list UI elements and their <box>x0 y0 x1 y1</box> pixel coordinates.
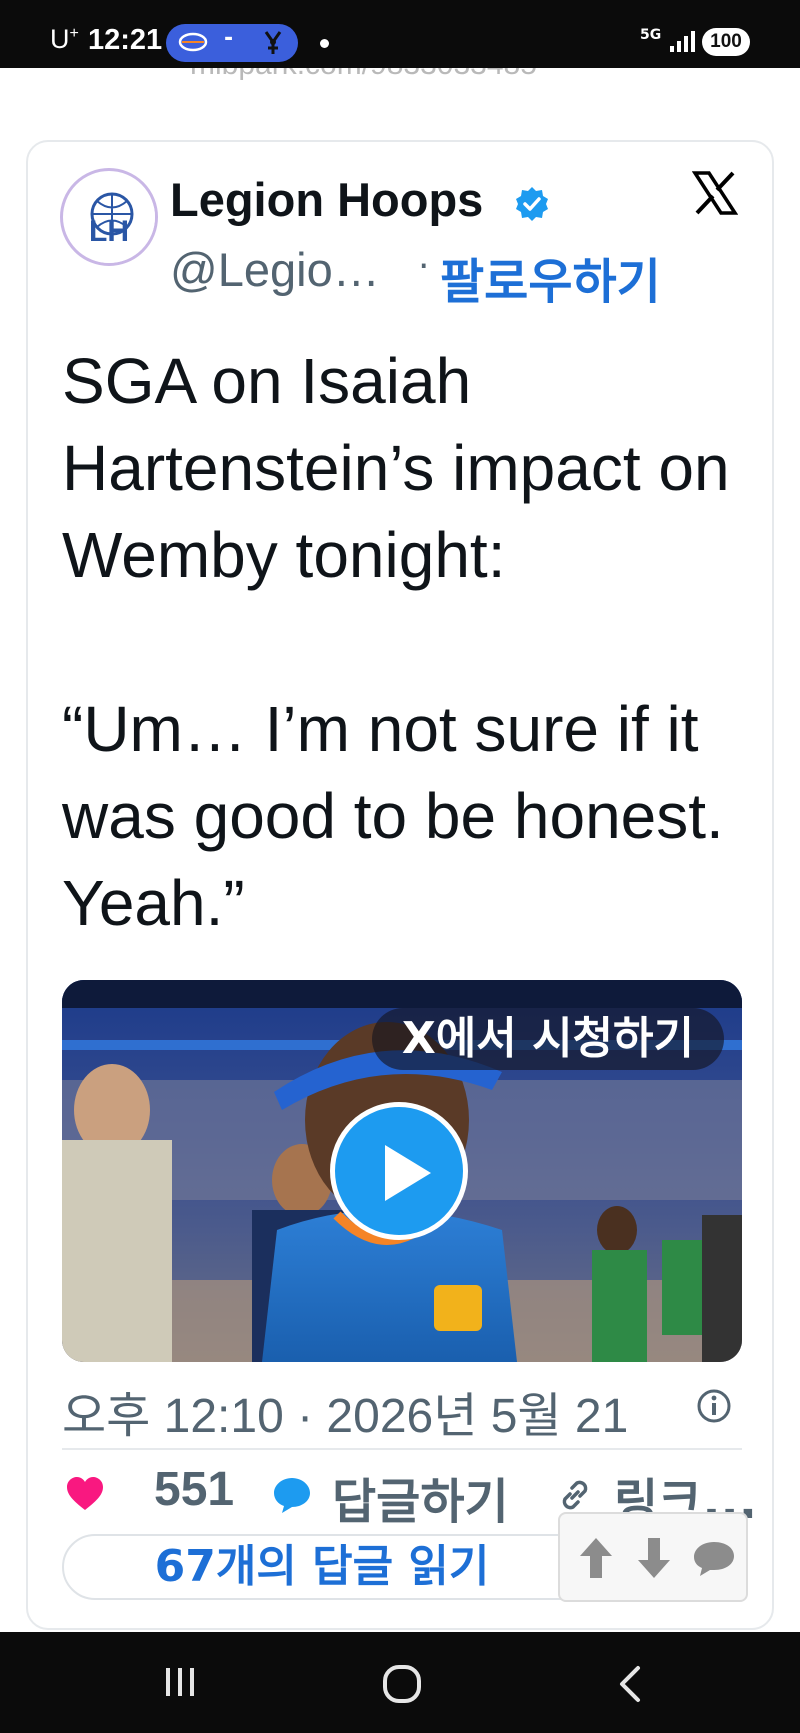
home-icon[interactable] <box>380 1662 424 1706</box>
reply-icon[interactable] <box>272 1476 312 1514</box>
tweet-timestamp[interactable]: 오후 12:10 · 2026년 5월 21 <box>62 1376 628 1446</box>
x-logo-icon[interactable] <box>692 170 738 216</box>
verified-badge-icon <box>516 187 548 221</box>
network-type: 5G <box>640 27 662 43</box>
handle-separator: · <box>418 246 430 287</box>
tweet-text: SGA on Isaiah Hartenstein’s impact on We… <box>62 345 730 939</box>
thunder-logo-icon <box>178 32 208 52</box>
status-bar: U+ 12:21 - 5G 100 <box>0 0 800 68</box>
author-name[interactable]: Legion Hoops <box>170 172 483 227</box>
spurs-logo-icon <box>264 31 282 54</box>
heart-icon[interactable] <box>66 1476 104 1512</box>
notification-dot <box>320 39 329 48</box>
score-separator: - <box>224 26 234 51</box>
author-handle[interactable]: @Legio… <box>170 242 380 297</box>
watch-on-x-badge[interactable]: X에서 시청하기 <box>371 1008 724 1070</box>
read-replies-label: 67개의 답글 읽기 <box>154 1541 490 1592</box>
follow-button[interactable]: 팔로우하기 <box>440 242 661 312</box>
signal-icon <box>670 31 695 52</box>
svg-text:LH: LH <box>89 215 129 248</box>
link-icon[interactable] <box>556 1476 594 1514</box>
battery-icon: 100 <box>702 28 750 56</box>
like-count[interactable]: 551 <box>154 1462 234 1517</box>
back-icon[interactable] <box>610 1662 650 1706</box>
avatar[interactable]: LH <box>60 168 158 266</box>
system-nav-bar <box>0 1632 800 1733</box>
play-button[interactable] <box>330 1102 468 1240</box>
info-icon[interactable] <box>696 1388 732 1424</box>
comment-icon[interactable] <box>692 1534 736 1582</box>
reply-button[interactable]: 답글하기 <box>332 1462 509 1532</box>
page-url-clip: mlbpark.com/9833033485 <box>0 68 800 86</box>
arrow-down-icon[interactable] <box>632 1534 676 1582</box>
floating-nav-panel <box>558 1512 748 1602</box>
legion-hoops-logo-icon: LH <box>68 176 155 263</box>
status-time: 12:21 <box>88 24 163 56</box>
arrow-up-icon[interactable] <box>574 1534 618 1582</box>
divider <box>62 1448 742 1450</box>
page-url: mlbpark.com/9833033485 <box>190 68 537 82</box>
carrier-label: U+ <box>50 24 79 54</box>
play-icon <box>385 1145 431 1201</box>
tweet-card[interactable]: LH Legion Hoops @Legio… · 팔로우하기 SGA on I… <box>26 140 774 1630</box>
recents-icon[interactable] <box>160 1662 200 1702</box>
live-score-notification[interactable]: - <box>166 24 298 62</box>
video-thumbnail[interactable]: X에서 시청하기 <box>62 980 742 1362</box>
